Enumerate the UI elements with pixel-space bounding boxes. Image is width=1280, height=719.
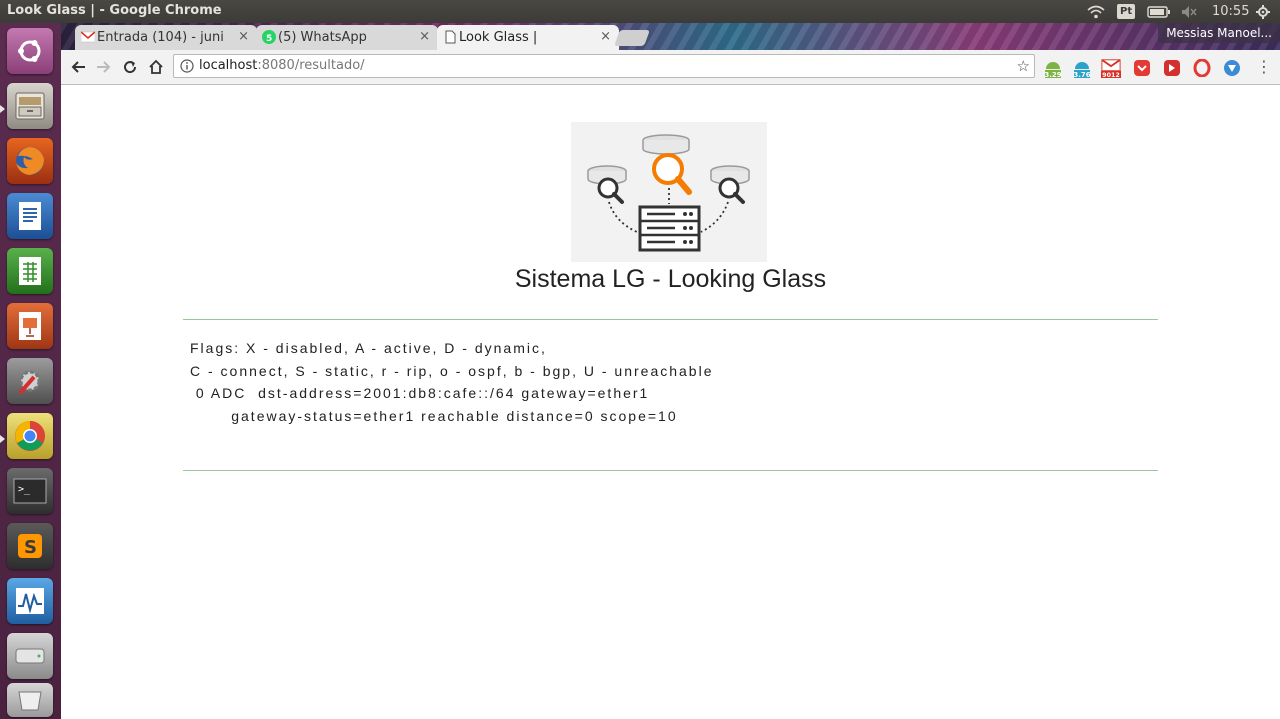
sublime-icon[interactable]: S: [7, 523, 53, 569]
tab-close-button[interactable]: ×: [238, 29, 249, 44]
ext-badge: 3.76: [1073, 71, 1090, 79]
gmail-ext-icon[interactable]: 9012: [1101, 58, 1121, 79]
trash-icon[interactable]: [7, 683, 53, 717]
result-line: C - connect, S - static, r - rip, o - os…: [190, 362, 714, 379]
os-top-panel: Look Glass | - Google Chrome Pt 10:55: [0, 0, 1280, 23]
shield-ext-icon[interactable]: [1222, 58, 1242, 78]
tab-strip: Entrada (104) - juni × 5 (5) WhatsApp × …: [61, 23, 1280, 50]
profile-button[interactable]: Messias Manoel...: [1158, 23, 1280, 43]
back-arrow-icon: [71, 61, 85, 73]
looking-glass-logo: [571, 122, 767, 262]
settings-wrench-icon[interactable]: [7, 358, 53, 404]
forward-button[interactable]: [93, 56, 115, 78]
disk-icon[interactable]: [7, 633, 53, 679]
page-title: Sistema LG - Looking Glass: [514, 265, 827, 293]
file-cabinet-icon[interactable]: [7, 83, 53, 129]
reload-button[interactable]: [119, 56, 141, 78]
tab-look-glass[interactable]: Look Glass | ×: [437, 25, 619, 50]
calc-icon[interactable]: [7, 248, 53, 294]
route-result-output: Flags: X - disabled, A - active, D - dyn…: [190, 337, 714, 427]
ubuntu-logo-icon[interactable]: [7, 28, 53, 74]
tab-close-button[interactable]: ×: [600, 29, 611, 44]
android-ext-icon[interactable]: 3.29: [1043, 58, 1063, 79]
info-icon[interactable]: [180, 59, 194, 73]
chrome-menu-icon[interactable]: ⋮: [1256, 57, 1272, 76]
tab-close-button[interactable]: ×: [419, 29, 430, 44]
home-button[interactable]: [145, 56, 167, 78]
monitor-icon[interactable]: [7, 578, 53, 624]
result-line: gateway-status=ether1 reachable distance…: [190, 407, 678, 424]
tab-whatsapp[interactable]: 5 (5) WhatsApp ×: [256, 25, 438, 50]
power-gear-icon[interactable]: [1256, 3, 1270, 20]
running-indicator: [0, 105, 5, 113]
media-ext-icon[interactable]: [1162, 58, 1182, 78]
divider: [183, 319, 1158, 320]
tab-label: (5) WhatsApp: [278, 30, 367, 45]
tab-label: Look Glass |: [459, 30, 538, 45]
address-bar[interactable]: localhost:8080/resultado/ ☆: [173, 54, 1035, 78]
firefox-icon[interactable]: [7, 138, 53, 184]
whatsapp-icon: 5: [262, 30, 276, 44]
opera-ext-icon[interactable]: [1192, 58, 1212, 78]
page-content: Sistema LG - Looking Glass Flags: X - di…: [61, 85, 1280, 719]
terminal-icon[interactable]: >_: [7, 468, 53, 514]
svg-text:S: S: [24, 537, 37, 558]
chrome-icon[interactable]: [7, 413, 53, 459]
volume-muted-icon[interactable]: [1180, 3, 1198, 20]
browser-toolbar: localhost:8080/resultado/ ☆ 3.29 3.76 90…: [61, 50, 1280, 85]
svg-text:5: 5: [266, 34, 272, 44]
url-host: localhost: [199, 58, 258, 73]
impress-icon[interactable]: [7, 303, 53, 349]
home-icon: [149, 59, 163, 74]
forward-arrow-icon: [97, 61, 111, 73]
ext-badge: 3.29: [1044, 71, 1061, 79]
result-line: Flags: X - disabled, A - active, D - dyn…: [190, 340, 547, 356]
bookmark-star-icon[interactable]: ☆: [1017, 57, 1030, 75]
clock[interactable]: 10:55: [1212, 3, 1249, 20]
result-line: 0 ADC dst-address=2001:db8:cafe::/64 gat…: [190, 385, 650, 401]
back-button[interactable]: [67, 56, 89, 78]
svg-text:>_: >_: [18, 484, 31, 495]
new-tab-button[interactable]: [614, 30, 650, 46]
pocket-ext-icon[interactable]: [1132, 58, 1152, 78]
page-icon: [445, 30, 456, 44]
ext-badge: 9012: [1102, 72, 1120, 79]
url-text: localhost:8080/resultado/: [199, 58, 365, 73]
cloud-ext-icon[interactable]: 3.76: [1072, 58, 1092, 79]
ubuntu-launcher: >_ S: [0, 23, 62, 719]
window-title: Look Glass | - Google Chrome: [7, 3, 222, 18]
url-path: :8080/resultado/: [257, 58, 365, 73]
keyboard-layout-indicator[interactable]: Pt: [1117, 4, 1136, 19]
gmail-icon: [81, 31, 95, 43]
battery-icon[interactable]: [1147, 3, 1171, 20]
wifi-icon[interactable]: [1087, 3, 1105, 20]
tab-label: Entrada (104) - juni: [97, 30, 224, 45]
writer-icon[interactable]: [7, 193, 53, 239]
running-indicator: [0, 435, 5, 443]
reload-icon: [124, 61, 137, 74]
divider: [183, 470, 1158, 471]
tab-gmail[interactable]: Entrada (104) - juni ×: [75, 25, 257, 50]
